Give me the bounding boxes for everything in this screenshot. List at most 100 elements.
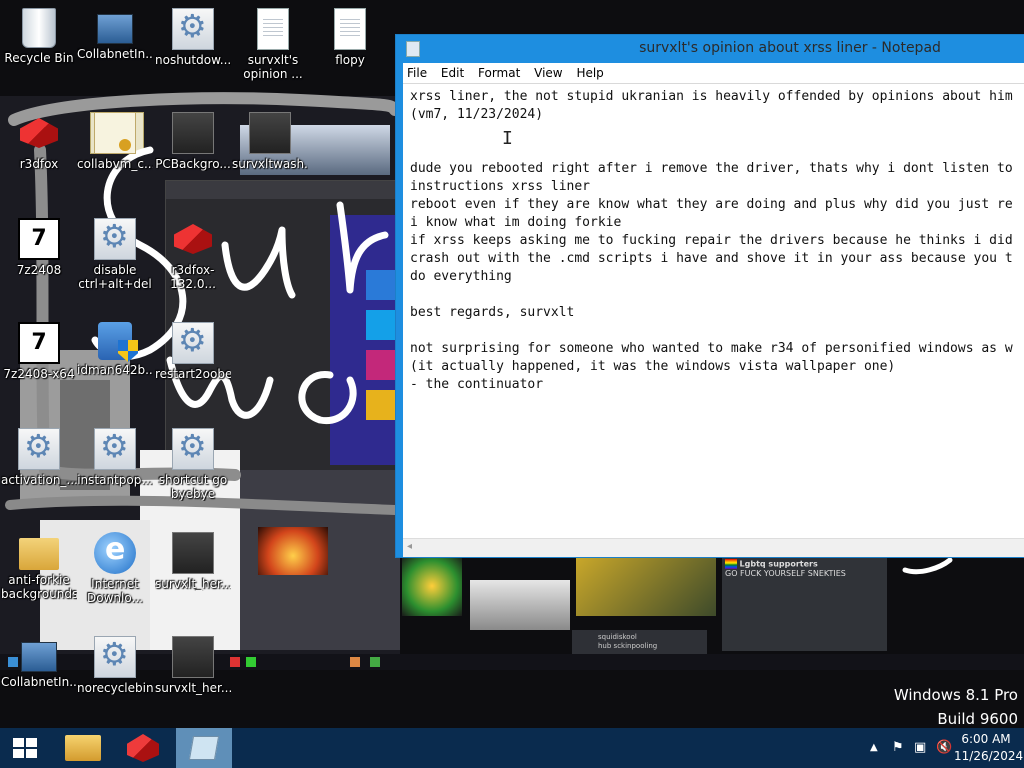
desktop-icon-internet-download[interactable]: Internet Downlo...: [77, 532, 153, 605]
rainbow-flag-icon: [725, 559, 737, 569]
desktop-icon-pcbackground[interactable]: PCBackgro...: [155, 112, 231, 171]
scroll-left-icon[interactable]: ◂: [407, 541, 412, 552]
image-file-icon: [249, 112, 291, 154]
start-button[interactable]: [0, 728, 50, 768]
settings-file-icon: [172, 7, 214, 50]
desktop: Lgbtq supporters GO FUCK YOURSELF SNEKTI…: [0, 0, 1024, 728]
wallpaper-discord-screenshot: Lgbtq supporters GO FUCK YOURSELF SNEKTI…: [722, 556, 887, 651]
desktop-icon-survxlt-opinion[interactable]: survxlt's opinion ...: [235, 8, 311, 81]
notepad-window[interactable]: survxlt's opinion about xrss liner - Not…: [395, 34, 1024, 558]
window-title: survxlt's opinion about xrss liner - Not…: [639, 40, 941, 56]
desktop-icon-label: PCBackgro...: [155, 157, 231, 171]
desktop-icon-label: noshutdow...: [155, 53, 231, 67]
desktop-icon-label: survxlt_her...: [155, 577, 231, 591]
menu-edit[interactable]: Edit: [437, 63, 470, 80]
desktop-icon-flopy[interactable]: flopy: [312, 8, 388, 67]
wallpaper-car-image-3: [576, 556, 716, 616]
clock-date: 11/26/2024: [954, 749, 1024, 763]
menu-file[interactable]: File: [403, 63, 433, 80]
notepad-icon: [188, 736, 220, 760]
computer-icon: [21, 642, 57, 672]
installer-shield-icon: [98, 322, 132, 360]
r3dfox-icon: [172, 218, 214, 260]
taskbar-notepad[interactable]: [176, 728, 232, 768]
desktop-icon-disable-cad[interactable]: disable ctrl+alt+del: [77, 217, 153, 291]
windows-logo-icon: [13, 738, 37, 758]
system-tray: ▲ ⚑ ▣ 🔇 6:00 AM 11/26/2024: [834, 728, 1024, 768]
watermark-build: Build 9600: [937, 710, 1018, 728]
desktop-icon-label: CollabnetIn...: [77, 47, 153, 61]
desktop-icon-7z2408[interactable]: 7 7z2408: [1, 218, 77, 277]
taskbar-r3dfox[interactable]: [116, 728, 172, 768]
desktop-icon-r3dfox[interactable]: r3dfox: [1, 112, 77, 171]
desktop-icon-label: Internet Downlo...: [87, 577, 143, 605]
chevron-up-icon[interactable]: ▲: [870, 742, 878, 753]
desktop-icon-idman[interactable]: idman642b...: [77, 322, 153, 377]
desktop-icon-instantpop[interactable]: instantpop...: [77, 427, 153, 487]
volume-muted-icon[interactable]: 🔇: [936, 740, 952, 755]
windows-watermark: Windows 8.1 Pro Build 9600: [894, 683, 1018, 728]
settings-file-icon: [172, 427, 214, 470]
desktop-icon-collabvm-cert[interactable]: collabvm_c...: [77, 112, 153, 171]
certificate-icon: [94, 112, 136, 154]
menu-format[interactable]: Format: [474, 63, 526, 80]
desktop-icon-label: collabvm_c...: [77, 157, 153, 171]
desktop-icon-label: idman642b...: [77, 363, 153, 377]
desktop-icon-shortcut-go-byebye[interactable]: shortcut go byebye: [155, 427, 231, 501]
desktop-icon-label: norecyclebin: [77, 681, 153, 695]
desktop-icon-label: Recycle Bin: [4, 51, 74, 65]
desktop-icon-noshutdown[interactable]: noshutdow...: [155, 7, 231, 67]
wallpaper-explosion-image: [258, 527, 328, 575]
desktop-icon-norecyclebin[interactable]: norecyclebin: [77, 635, 153, 695]
flag-icon[interactable]: ⚑: [892, 740, 904, 755]
menu-view[interactable]: View: [530, 63, 568, 80]
desktop-icon-label: shortcut go byebye: [158, 473, 228, 501]
text-cursor-icon: I: [502, 128, 513, 149]
taskbar-file-explorer[interactable]: [56, 728, 112, 768]
desktop-icon-anti-forkie[interactable]: anti-forkie backgrounds: [1, 532, 77, 601]
wallpaper-taskbar: [0, 654, 1024, 670]
7zip-icon: 7: [18, 322, 60, 364]
settings-file-icon: [94, 635, 136, 678]
clock[interactable]: 6:00 AM 11/26/2024: [954, 731, 1024, 765]
desktop-icon-survxlt-her-2[interactable]: survxlt_her...: [155, 636, 231, 695]
message-text: hub sckinpooling: [598, 642, 658, 650]
desktop-icon-label: survxlt's opinion ...: [243, 53, 303, 81]
wallpaper-parrot-image: [402, 556, 462, 616]
desktop-icon-label: r3dfox: [19, 157, 59, 171]
internet-download-manager-icon: [94, 532, 136, 574]
text-file-icon: [334, 8, 366, 50]
wallpaper-start-screen: [330, 215, 400, 465]
desktop-icon-activation[interactable]: activation_...: [1, 427, 77, 487]
desktop-icon-label: survxltwash...: [232, 157, 308, 171]
document-text[interactable]: xrss liner, the not stupid ukranian is h…: [410, 88, 1013, 394]
desktop-icon-restart2oobe[interactable]: restart2oobe: [155, 321, 231, 381]
settings-file-icon: [18, 427, 60, 470]
text-editor-area[interactable]: xrss liner, the not stupid ukranian is h…: [403, 83, 1024, 539]
network-icon[interactable]: ▣: [914, 740, 926, 755]
image-file-icon: [172, 112, 214, 154]
menu-help[interactable]: Help: [572, 63, 609, 80]
text-file-icon: [257, 8, 289, 50]
desktop-icon-survxltwash[interactable]: survxltwash...: [232, 112, 308, 171]
image-file-icon: [172, 636, 214, 678]
desktop-icon-7z2408-x64[interactable]: 7 7z2408-x64: [1, 322, 77, 381]
desktop-icon-collabnet-2[interactable]: CollabnetIn...: [1, 636, 77, 689]
7zip-icon: 7: [18, 218, 60, 260]
notepad-titlebar[interactable]: survxlt's opinion about xrss liner - Not…: [396, 35, 1024, 63]
taskbar: ▲ ⚑ ▣ 🔇 6:00 AM 11/26/2024: [0, 728, 1024, 768]
desktop-icon-r3dfox-installer[interactable]: r3dfox-132.0...: [155, 218, 231, 291]
desktop-icon-collabnet[interactable]: CollabnetIn...: [77, 8, 153, 61]
desktop-icon-recycle-bin[interactable]: Recycle Bin: [1, 8, 77, 65]
desktop-icon-label: r3dfox-132.0...: [170, 263, 216, 291]
desktop-icon-label: survxlt_her...: [155, 681, 231, 695]
desktop-icon-label: disable ctrl+alt+del: [78, 263, 152, 291]
desktop-icon-label: 7z2408: [16, 263, 62, 277]
desktop-icon-label: restart2oobe: [155, 367, 231, 381]
image-file-icon: [172, 532, 214, 574]
folder-icon: [19, 538, 59, 570]
desktop-icon-label: flopy: [335, 53, 365, 67]
desktop-icon-survxlt-her-1[interactable]: survxlt_her...: [155, 532, 231, 591]
desktop-icon-label: instantpop...: [77, 473, 153, 487]
horizontal-scrollbar[interactable]: ◂: [403, 538, 1024, 557]
